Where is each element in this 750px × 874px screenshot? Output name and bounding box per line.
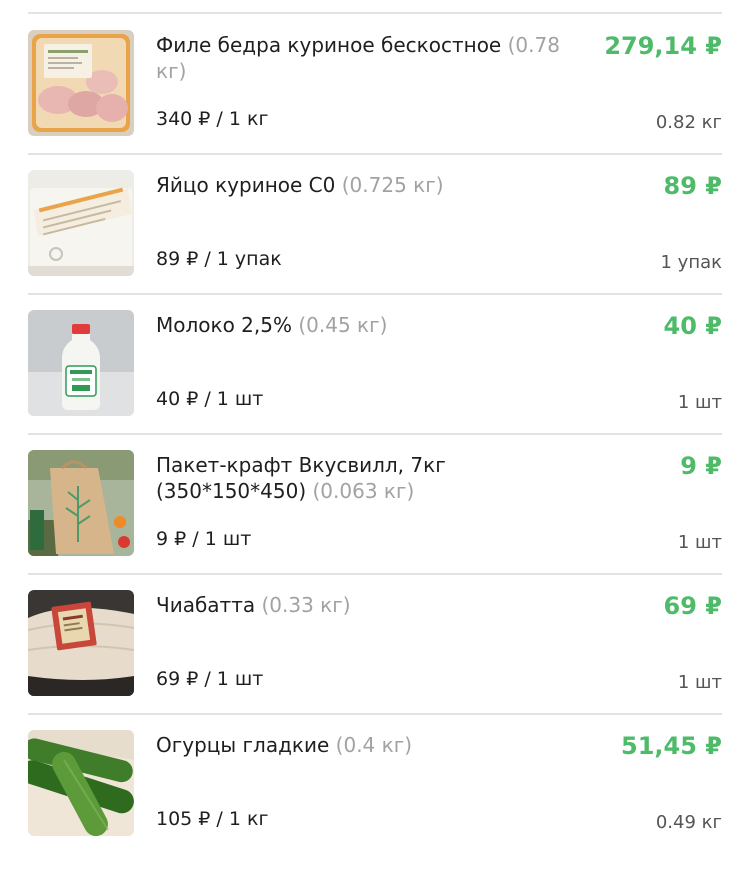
cucumbers-icon bbox=[28, 730, 134, 836]
list-item[interactable]: Чиабатта (0.33 кг) 69 ₽ 69 ₽ / 1 шт 1 шт bbox=[0, 574, 750, 715]
product-name[interactable]: Пакет-крафт Вкусвилл, 7кг (350*150*450) … bbox=[156, 452, 596, 504]
list-item[interactable]: Филе бедра куриное бескостное (0.78 кг) … bbox=[0, 14, 750, 155]
item-total-price: 40 ₽ bbox=[663, 312, 722, 340]
egg-carton-icon bbox=[28, 170, 134, 276]
product-title: Чиабатта bbox=[156, 593, 256, 617]
item-quantity: 0.82 кг bbox=[655, 112, 722, 133]
product-image[interactable] bbox=[28, 590, 134, 696]
product-image[interactable] bbox=[28, 450, 134, 556]
item-quantity: 1 шт bbox=[677, 532, 722, 553]
item-quantity: 1 шт bbox=[677, 392, 722, 413]
item-quantity: 1 упак bbox=[660, 252, 723, 273]
list-item[interactable]: Пакет-крафт Вкусвилл, 7кг (350*150*450) … bbox=[0, 434, 750, 575]
product-weight: (0.45 кг) bbox=[298, 313, 388, 337]
unit-price: 40 ₽ / 1 шт bbox=[156, 388, 264, 410]
unit-price: 69 ₽ / 1 шт bbox=[156, 668, 264, 690]
item-quantity: 0.49 кг bbox=[655, 812, 722, 833]
item-total-price: 89 ₽ bbox=[663, 172, 722, 200]
item-total-price: 9 ₽ bbox=[680, 452, 722, 480]
product-weight: (0.33 кг) bbox=[261, 593, 351, 617]
kraft-bag-icon bbox=[28, 450, 134, 556]
product-image[interactable] bbox=[28, 30, 134, 136]
list-item[interactable]: Яйцо куриное С0 (0.725 кг) 89 ₽ 89 ₽ / 1… bbox=[0, 154, 750, 295]
product-title: Огурцы гладкие bbox=[156, 733, 330, 757]
item-quantity: 1 шт bbox=[677, 672, 722, 693]
product-weight: (0.063 кг) bbox=[312, 479, 415, 503]
product-image[interactable] bbox=[28, 310, 134, 416]
product-name[interactable]: Молоко 2,5% (0.45 кг) bbox=[156, 312, 596, 338]
product-image[interactable] bbox=[28, 170, 134, 276]
order-items-list: Филе бедра куриное бескостное (0.78 кг) … bbox=[0, 14, 750, 854]
item-total-price: 69 ₽ bbox=[663, 592, 722, 620]
chicken-thigh-tray-icon bbox=[28, 30, 134, 136]
product-title: Яйцо куриное С0 bbox=[156, 173, 336, 197]
unit-price: 89 ₽ / 1 упак bbox=[156, 248, 282, 270]
product-name[interactable]: Огурцы гладкие (0.4 кг) bbox=[156, 732, 596, 758]
item-total-price: 51,45 ₽ bbox=[621, 732, 722, 760]
product-name[interactable]: Яйцо куриное С0 (0.725 кг) bbox=[156, 172, 596, 198]
item-total-price: 279,14 ₽ bbox=[604, 32, 722, 60]
ciabatta-bread-icon bbox=[28, 590, 134, 696]
product-weight: (0.4 кг) bbox=[335, 733, 413, 757]
product-title: Молоко 2,5% bbox=[156, 313, 292, 337]
unit-price: 105 ₽ / 1 кг bbox=[156, 808, 269, 830]
unit-price: 9 ₽ / 1 шт bbox=[156, 528, 252, 550]
product-weight: (0.725 кг) bbox=[341, 173, 444, 197]
unit-price: 340 ₽ / 1 кг bbox=[156, 108, 269, 130]
product-name[interactable]: Филе бедра куриное бескостное (0.78 кг) bbox=[156, 32, 596, 84]
product-title: Филе бедра куриное бескостное bbox=[156, 33, 502, 57]
list-item[interactable]: Огурцы гладкие (0.4 кг) 51,45 ₽ 105 ₽ / … bbox=[0, 714, 750, 854]
product-name[interactable]: Чиабатта (0.33 кг) bbox=[156, 592, 596, 618]
product-image[interactable] bbox=[28, 730, 134, 836]
milk-bottle-icon bbox=[28, 310, 134, 416]
list-item[interactable]: Молоко 2,5% (0.45 кг) 40 ₽ 40 ₽ / 1 шт 1… bbox=[0, 294, 750, 435]
